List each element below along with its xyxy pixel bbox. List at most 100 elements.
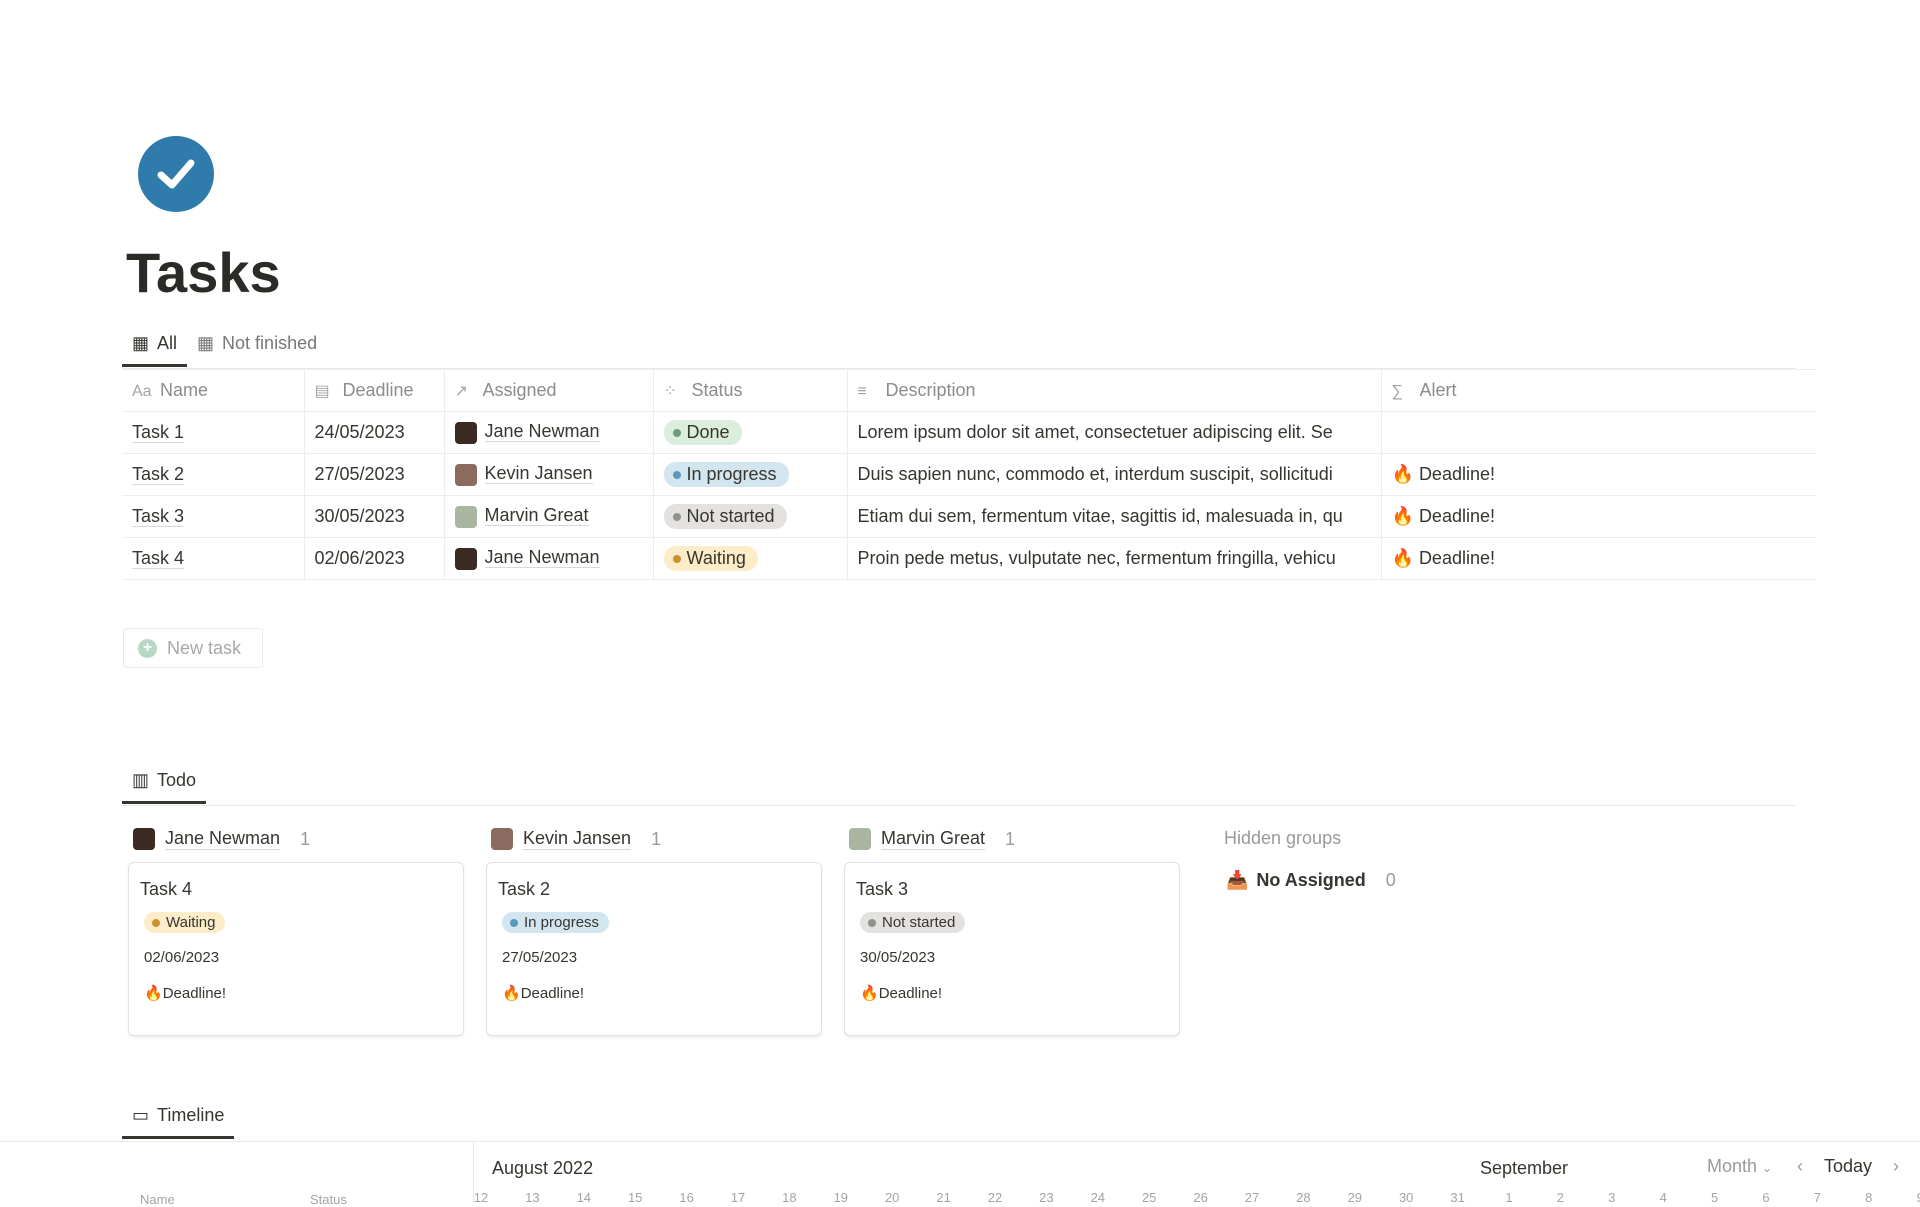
text-lines-icon: ≡	[857, 383, 867, 400]
timeline-day: 28	[1296, 1190, 1311, 1205]
alert-text: Deadline!	[520, 985, 585, 1002]
task-name[interactable]: Task 3	[132, 506, 185, 527]
group-name[interactable]: Kevin Jansen	[523, 828, 632, 850]
column-alert[interactable]: ∑ Alert	[1380, 369, 1817, 412]
timeline-day: 29	[1347, 1190, 1363, 1205]
page-title[interactable]: Tasks	[126, 240, 281, 305]
cell-status[interactable]: In progress	[652, 453, 848, 496]
task-name[interactable]: Task 1	[132, 422, 185, 443]
cell-status[interactable]: Done	[652, 411, 848, 454]
cell-deadline[interactable]: 02/06/2023	[303, 537, 445, 580]
column-label: Name	[160, 380, 209, 400]
cell-name[interactable]: Task 1	[122, 411, 305, 454]
description-text: Lorem ipsum dolor sit amet, consectetuer…	[857, 422, 1333, 442]
tab-timeline[interactable]: ▭ Timeline	[122, 1092, 235, 1139]
new-task-button[interactable]: + New task	[123, 628, 263, 668]
cell-alert[interactable]: 🔥 Deadline!	[1380, 495, 1817, 538]
cell-assigned[interactable]: Jane Newman	[443, 411, 654, 454]
timeline-day: 22	[987, 1190, 1003, 1205]
card-alert: 🔥Deadline!	[144, 984, 452, 1002]
avatar	[491, 828, 513, 850]
cell-assigned[interactable]: Marvin Great	[443, 495, 654, 538]
cell-alert[interactable]: 🔥 Deadline!	[1380, 453, 1817, 496]
description-text: Etiam dui sem, fermentum vitae, sagittis…	[857, 506, 1343, 526]
alert-text: Deadline!	[1418, 464, 1495, 484]
timeline-day: 21	[936, 1190, 951, 1205]
board-group-header[interactable]: Jane Newman 1	[133, 826, 310, 852]
avatar	[454, 421, 477, 444]
status-label: Not started	[686, 506, 775, 526]
group-name[interactable]: Jane Newman	[165, 828, 281, 850]
text-aa-icon: Aa	[132, 383, 152, 400]
column-assigned[interactable]: ↗ Assigned	[443, 369, 654, 412]
assignee-name[interactable]: Jane Newman	[484, 421, 600, 443]
assignee-name[interactable]: Marvin Great	[484, 505, 589, 527]
card-alert: 🔥Deadline!	[502, 984, 810, 1002]
card-date: 02/06/2023	[144, 949, 220, 966]
avatar	[849, 828, 871, 850]
tab-not-finished[interactable]: ▦ Not finished	[187, 320, 327, 366]
card-alert: 🔥Deadline!	[860, 984, 1168, 1002]
status-label: Not started	[882, 914, 956, 931]
column-name[interactable]: Aa Name	[122, 369, 305, 412]
divider	[122, 805, 1796, 806]
cell-description[interactable]: Etiam dui sem, fermentum vitae, sagittis…	[846, 495, 1382, 538]
fire-icon: 🔥	[1391, 548, 1414, 568]
task-name[interactable]: Task 2	[132, 464, 185, 485]
table-row[interactable]: Task 4 02/06/2023 Jane Newman Waiting Pr…	[122, 537, 1817, 580]
cell-deadline[interactable]: 30/05/2023	[303, 495, 445, 538]
table-row[interactable]: Task 2 27/05/2023 Kevin Jansen In progre…	[122, 453, 1817, 496]
cell-alert[interactable]: 🔥 Deadline!	[1380, 537, 1817, 580]
board-card[interactable]: Task 2 In progress 27/05/2023 🔥Deadline!	[487, 863, 821, 1035]
table-view-tabs: ▦ All ▦ Not finished	[122, 320, 327, 367]
column-label: Alert	[1419, 380, 1457, 400]
hidden-groups-label: Hidden groups	[1224, 828, 1342, 848]
cell-status[interactable]: Waiting	[652, 537, 848, 580]
table-row[interactable]: Task 3 30/05/2023 Marvin Great Not start…	[122, 495, 1817, 538]
cell-assigned[interactable]: Jane Newman	[443, 537, 654, 580]
column-status[interactable]: ⁘ Status	[652, 369, 848, 412]
assignee-name[interactable]: Kevin Jansen	[484, 463, 593, 485]
timeline-scale-dropdown[interactable]: Month ⌄	[1707, 1156, 1772, 1177]
board-group-header[interactable]: Kevin Jansen 1	[491, 826, 661, 852]
status-badge: Not started	[860, 912, 966, 933]
cell-name[interactable]: Task 2	[122, 453, 305, 496]
cell-name[interactable]: Task 3	[122, 495, 305, 538]
tab-all[interactable]: ▦ All	[122, 320, 188, 367]
divider	[0, 1141, 1920, 1142]
cell-name[interactable]: Task 4	[122, 537, 305, 580]
cell-description[interactable]: Proin pede metus, vulputate nec, ferment…	[846, 537, 1382, 580]
status-dot-icon	[672, 554, 681, 563]
cell-assigned[interactable]: Kevin Jansen	[443, 453, 654, 496]
column-deadline[interactable]: ▤ Deadline	[303, 369, 445, 412]
column-label: Assigned	[482, 380, 557, 400]
task-name[interactable]: Task 4	[132, 548, 185, 569]
group-name[interactable]: Marvin Great	[881, 828, 986, 850]
cell-description[interactable]: Lorem ipsum dolor sit amet, consectetuer…	[846, 411, 1382, 454]
timeline-day: 26	[1193, 1190, 1208, 1205]
board-card[interactable]: Task 4 Waiting 02/06/2023 🔥Deadline!	[129, 863, 463, 1035]
timeline-day: 12	[473, 1190, 489, 1205]
timeline-day: 23	[1039, 1190, 1054, 1205]
today-button[interactable]: Today	[1824, 1156, 1872, 1177]
tasks-table: Aa Name ▤ Deadline ↗ Assigned ⁘ Status ≡ Desc…	[122, 369, 1817, 580]
cell-alert[interactable]	[1380, 411, 1817, 454]
hidden-group-no-assigned[interactable]: 📥 No Assigned 0	[1226, 867, 1396, 893]
page-icon-check-circle[interactable]	[138, 136, 214, 212]
assignee-name[interactable]: Jane Newman	[484, 547, 600, 569]
timeline-day: 6	[1762, 1190, 1770, 1205]
cell-deadline[interactable]: 24/05/2023	[303, 411, 445, 454]
previous-button[interactable]: ‹	[1797, 1156, 1803, 1177]
status-label: In progress	[524, 914, 600, 931]
board-group-header[interactable]: Marvin Great 1	[849, 826, 1015, 852]
timeline-day: 31	[1450, 1190, 1465, 1205]
tab-todo[interactable]: ▥ Todo	[122, 757, 207, 804]
cell-description[interactable]: Duis sapien nunc, commodo et, interdum s…	[846, 453, 1382, 496]
cell-deadline[interactable]: 27/05/2023	[303, 453, 445, 496]
board-card[interactable]: Task 3 Not started 30/05/2023 🔥Deadline!	[845, 863, 1179, 1035]
column-description[interactable]: ≡ Description	[846, 369, 1382, 412]
next-button[interactable]: ›	[1893, 1156, 1899, 1177]
table-row[interactable]: Task 1 24/05/2023 Jane Newman Done Lorem…	[122, 411, 1817, 454]
cell-status[interactable]: Not started	[652, 495, 848, 538]
fire-icon: 🔥	[1391, 506, 1414, 526]
